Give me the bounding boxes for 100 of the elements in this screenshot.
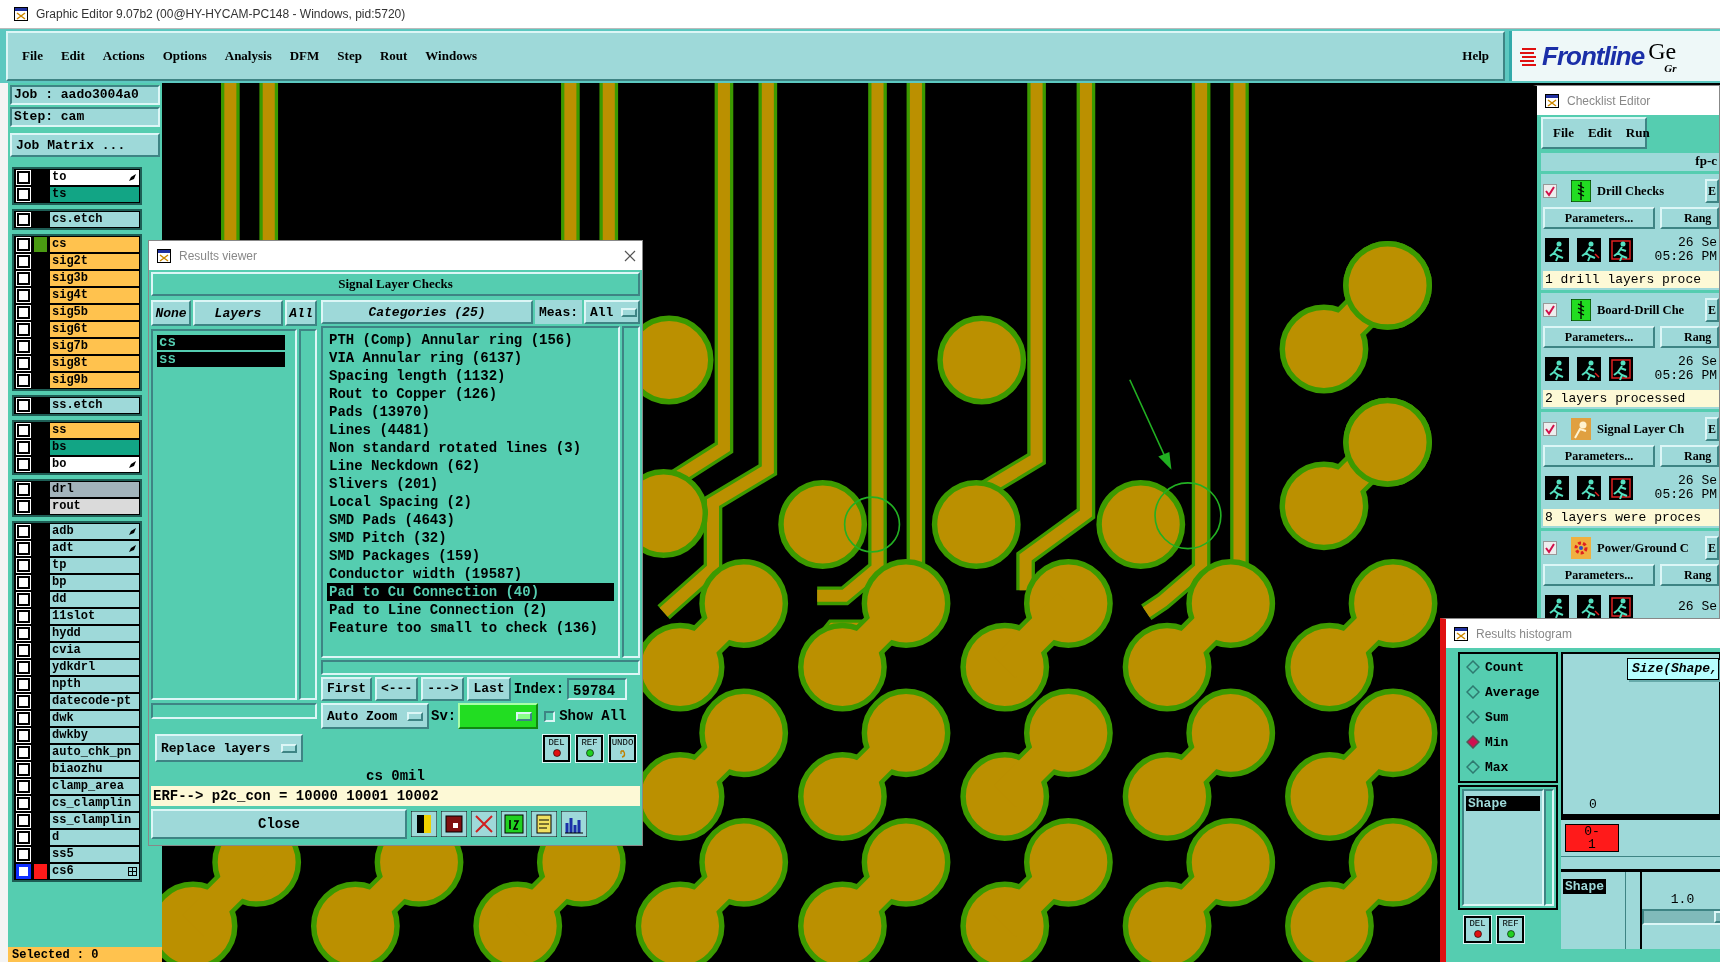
ranges-button[interactable]: Rang bbox=[1660, 445, 1719, 467]
radio-button[interactable] bbox=[1466, 760, 1480, 774]
layer-button[interactable]: sig8t bbox=[50, 356, 139, 371]
parameters-button[interactable]: Parameters... bbox=[1543, 326, 1655, 348]
layer-button[interactable]: bp bbox=[50, 575, 139, 590]
severity-dropdown[interactable] bbox=[458, 703, 539, 729]
erf-button[interactable]: E bbox=[1705, 179, 1719, 203]
layer-button[interactable]: cs bbox=[50, 237, 139, 252]
menu-item[interactable]: File bbox=[1553, 125, 1574, 141]
layer-button[interactable]: sig4t bbox=[50, 288, 139, 303]
layer-checkbox[interactable] bbox=[17, 483, 30, 496]
layer-button[interactable]: ss5 bbox=[50, 847, 139, 862]
layer-checkbox[interactable] bbox=[17, 458, 30, 471]
layer-button[interactable]: adb bbox=[50, 524, 139, 539]
checkbox[interactable] bbox=[1543, 541, 1557, 555]
layer-checkbox[interactable] bbox=[17, 238, 30, 251]
category-item[interactable]: Rout to Copper (126) bbox=[327, 385, 614, 404]
delete-button[interactable]: DEL bbox=[1464, 916, 1491, 943]
category-item[interactable]: Pads (13970) bbox=[327, 403, 614, 422]
layer-checkbox[interactable] bbox=[17, 171, 30, 184]
runner-icon[interactable] bbox=[1575, 593, 1603, 621]
close-button[interactable]: Close bbox=[151, 809, 407, 839]
layer-button[interactable]: dwk bbox=[50, 711, 139, 726]
delete-button[interactable]: DEL bbox=[543, 735, 570, 762]
ranges-button[interactable]: Rang bbox=[1660, 326, 1719, 348]
refresh-button[interactable]: REF bbox=[1497, 916, 1524, 943]
layer-button[interactable]: ydkdrl bbox=[50, 660, 139, 675]
category-item[interactable]: Local Spacing (2) bbox=[327, 493, 614, 512]
layer-checkbox[interactable] bbox=[17, 424, 30, 437]
category-item[interactable]: Feature too small to check (136) bbox=[327, 619, 614, 638]
radio-button[interactable] bbox=[1466, 710, 1480, 724]
layer-button[interactable]: sig2t bbox=[50, 254, 139, 269]
category-item[interactable]: Pad to Cu Connection (40) bbox=[327, 583, 614, 602]
layer-button[interactable]: sig5b bbox=[50, 305, 139, 320]
menu-item[interactable]: File bbox=[22, 48, 43, 64]
layer-button[interactable]: cvia bbox=[50, 643, 139, 658]
layer-button[interactable]: biaozhu bbox=[50, 762, 139, 777]
layer-button[interactable]: ss bbox=[50, 423, 139, 438]
runner-icon[interactable] bbox=[1607, 236, 1635, 264]
runner-icon[interactable] bbox=[1543, 355, 1571, 383]
layer-checkbox[interactable] bbox=[17, 661, 30, 674]
bar-chart-icon[interactable] bbox=[561, 811, 587, 837]
cross-icon[interactable] bbox=[471, 811, 497, 837]
runner-icon[interactable] bbox=[1575, 236, 1603, 264]
radio-button[interactable] bbox=[1466, 685, 1480, 699]
layer-item[interactable]: cs bbox=[157, 335, 285, 350]
layer-button[interactable]: bo bbox=[50, 457, 139, 472]
scrollbar[interactable] bbox=[299, 329, 317, 700]
runner-icon[interactable] bbox=[1543, 236, 1571, 264]
layer-button[interactable]: cs_clamplin bbox=[50, 796, 139, 811]
help-menu[interactable]: Help bbox=[1462, 48, 1489, 64]
checkbox[interactable] bbox=[1543, 184, 1557, 198]
category-item[interactable]: PTH (Comp) Annular ring (156) bbox=[327, 331, 614, 350]
layer-checkbox[interactable] bbox=[17, 188, 30, 201]
menu-item[interactable]: Edit bbox=[60, 48, 85, 64]
layer-checkbox[interactable] bbox=[17, 763, 30, 776]
zoom-mode-dropdown[interactable]: Auto Zoom bbox=[321, 703, 429, 729]
layer-button[interactable]: ss.etch bbox=[50, 398, 139, 413]
runner-icon[interactable] bbox=[1575, 474, 1603, 502]
layer-button[interactable]: hydd bbox=[50, 626, 139, 641]
parameters-button[interactable]: Parameters... bbox=[1543, 564, 1655, 586]
layer-checkbox[interactable] bbox=[17, 357, 30, 370]
number-icon[interactable] bbox=[501, 811, 527, 837]
scrollbar[interactable] bbox=[1544, 789, 1554, 906]
category-item[interactable]: SMD Packages (159) bbox=[327, 547, 614, 566]
scrollbar[interactable] bbox=[321, 659, 640, 675]
menu-item[interactable]: Analysis bbox=[224, 48, 272, 64]
layer-button[interactable]: bs bbox=[50, 440, 139, 455]
scrollbar[interactable] bbox=[1625, 872, 1642, 949]
layer-checkbox[interactable] bbox=[17, 542, 30, 555]
category-item[interactable]: SMD Pitch (32) bbox=[327, 529, 614, 548]
layer-button[interactable]: drl bbox=[50, 482, 139, 497]
layer-button[interactable]: 11slot bbox=[50, 609, 139, 624]
erf-button[interactable]: E bbox=[1705, 417, 1719, 441]
bin-button[interactable]: 0-1 bbox=[1565, 824, 1619, 852]
undo-button[interactable]: UNDO bbox=[609, 735, 636, 762]
layer-checkbox[interactable] bbox=[17, 627, 30, 640]
layer-checkbox[interactable] bbox=[17, 255, 30, 268]
runner-icon[interactable] bbox=[1607, 593, 1635, 621]
layer-checkbox[interactable] bbox=[17, 306, 30, 319]
field-item[interactable]: Shape bbox=[1466, 796, 1540, 811]
close-icon[interactable] bbox=[624, 249, 636, 262]
checkbox[interactable] bbox=[1543, 303, 1557, 317]
runner-icon[interactable] bbox=[1575, 355, 1603, 383]
runner-icon[interactable] bbox=[1607, 474, 1635, 502]
nav-button[interactable]: <--- bbox=[375, 676, 419, 701]
layer-button[interactable]: adt bbox=[50, 541, 139, 556]
radio-button[interactable] bbox=[1466, 660, 1480, 674]
nav-button[interactable]: ---> bbox=[421, 676, 465, 701]
nav-button[interactable]: First bbox=[321, 676, 372, 701]
layer-button[interactable]: cs6 bbox=[50, 864, 139, 879]
layer-checkbox[interactable] bbox=[17, 500, 30, 513]
layer-button[interactable]: cs.etch bbox=[50, 212, 139, 227]
layer-checkbox[interactable] bbox=[17, 678, 30, 691]
layer-button[interactable]: dwkby bbox=[50, 728, 139, 743]
layer-checkbox[interactable] bbox=[17, 272, 30, 285]
layer-button[interactable]: npth bbox=[50, 677, 139, 692]
layer-button[interactable]: clamp_area bbox=[50, 779, 139, 794]
layer-checkbox[interactable] bbox=[17, 441, 30, 454]
ranges-button[interactable]: Rang bbox=[1660, 564, 1719, 586]
